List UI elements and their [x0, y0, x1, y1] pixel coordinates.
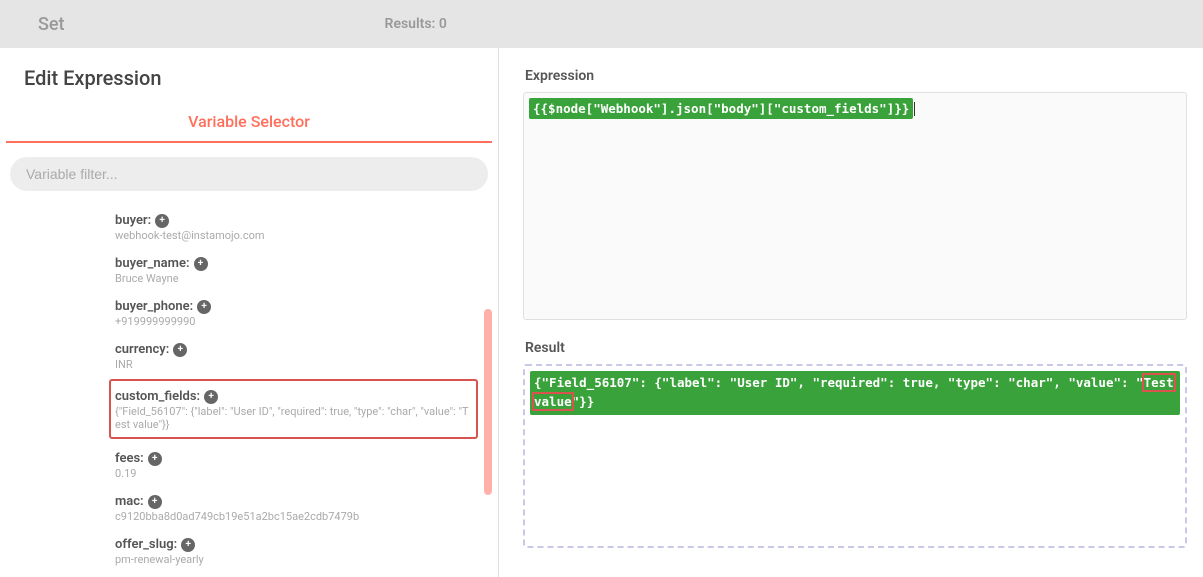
variable-value: 0.19 [115, 467, 478, 480]
page-title: Edit Expression [24, 66, 474, 90]
variable-item[interactable]: fees: +0.19 [115, 443, 478, 486]
main-content: Edit Expression Variable Selector buyer:… [0, 48, 1203, 577]
result-prefix: {"Field_56107": {"label": "User ID", "re… [534, 375, 1144, 390]
result-output: {"Field_56107": {"label": "User ID", "re… [523, 364, 1187, 548]
variable-value: {"Field_56107": {"label": "User ID", "re… [115, 405, 470, 431]
variable-key: fees: + [115, 451, 162, 466]
variable-item[interactable]: currency: +INR [115, 334, 478, 377]
text-cursor [914, 102, 915, 116]
expression-token: {{$node["Webhook"].json["body"]["custom_… [529, 98, 913, 119]
plus-icon[interactable]: + [155, 214, 169, 228]
variable-value: webhook-test@instamojo.com [115, 229, 478, 242]
variable-value: +919999999990 [115, 315, 478, 328]
right-panel: Expression {{$node["Webhook"].json["body… [499, 48, 1203, 577]
plus-icon[interactable]: + [194, 257, 208, 271]
variable-key-label: currency: [115, 342, 169, 357]
plus-icon[interactable]: + [148, 452, 162, 466]
variable-list-wrap: buyer:+webhook-test@instamojo.combuyer_n… [0, 205, 498, 577]
variable-key-label: fees: [115, 451, 144, 466]
result-content: {"Field_56107": {"label": "User ID", "re… [530, 371, 1180, 415]
variable-item[interactable]: buyer_phone: ++919999999990 [115, 291, 478, 334]
variable-key: buyer_phone: + [115, 299, 211, 314]
variable-value: pm-renewal-yearly [115, 553, 478, 566]
expression-editor[interactable]: {{$node["Webhook"].json["body"]["custom_… [523, 92, 1187, 320]
plus-icon[interactable]: + [181, 538, 195, 552]
variable-value: INR [115, 358, 478, 371]
scrollbar-thumb[interactable] [484, 309, 492, 495]
variable-value: Bruce Wayne [115, 272, 478, 285]
results-count: Results: 0 [385, 16, 447, 32]
left-panel: Edit Expression Variable Selector buyer:… [0, 48, 499, 577]
node-title: Set [38, 14, 65, 35]
topbar: Set Results: 0 [0, 0, 1203, 48]
tab-variable-selector[interactable]: Variable Selector [6, 100, 492, 143]
variable-item[interactable]: offer_slug: +pm-renewal-yearly [115, 529, 478, 572]
variable-key-label: offer_slug: [115, 537, 177, 552]
tab-label: Variable Selector [188, 112, 310, 131]
filter-wrap [0, 143, 498, 205]
result-label: Result [523, 320, 1187, 364]
variable-key: custom_fields: + [115, 389, 218, 404]
variable-list[interactable]: buyer:+webhook-test@instamojo.combuyer_n… [0, 205, 498, 577]
variable-key: mac: + [115, 494, 162, 509]
variable-key: buyer_name: + [115, 256, 208, 271]
variable-key: currency: + [115, 342, 187, 357]
variable-item[interactable]: custom_fields: +{"Field_56107": {"label":… [109, 379, 478, 439]
result-suffix: "}} [572, 394, 595, 409]
variable-item[interactable]: offer_title:+PM Renewal (Yearly) [115, 572, 478, 577]
variable-key: buyer: + [115, 213, 169, 228]
variable-key: offer_slug: + [115, 537, 195, 552]
variable-key-label: buyer_phone: [115, 299, 193, 314]
variable-key-label: mac: [115, 494, 144, 509]
variable-key-label: custom_fields: [115, 389, 200, 404]
plus-icon[interactable]: + [173, 343, 187, 357]
variable-item[interactable]: buyer: +webhook-test@instamojo.com [115, 205, 478, 248]
variable-key-label: buyer_name: [115, 256, 190, 271]
plus-icon[interactable]: + [148, 495, 162, 509]
variable-value: c9120bba8d0ad749cb19e51a2bc15ae2cdb7479b [115, 510, 478, 523]
left-header: Edit Expression [0, 48, 498, 100]
variable-filter-input[interactable] [10, 157, 488, 191]
variable-key-label: buyer: [115, 213, 151, 228]
variable-item[interactable]: buyer_name: +Bruce Wayne [115, 248, 478, 291]
plus-icon[interactable]: + [197, 300, 211, 314]
plus-icon[interactable]: + [204, 390, 218, 404]
variable-item[interactable]: mac: +c9120bba8d0ad749cb19e51a2bc15ae2cdb… [115, 486, 478, 529]
expression-label: Expression [523, 48, 1187, 92]
